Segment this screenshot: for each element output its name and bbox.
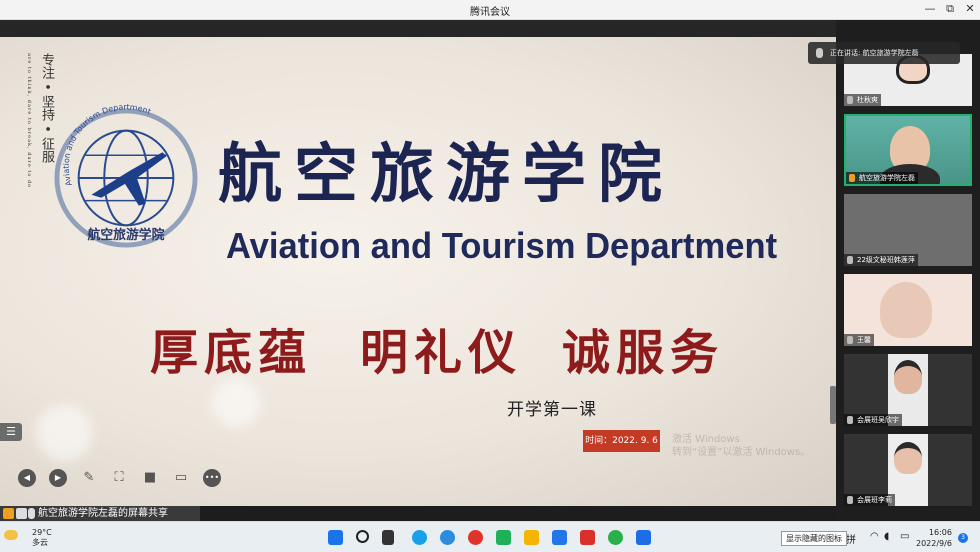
mic-icon [847,96,853,104]
mic-icon [849,174,855,182]
close-button[interactable]: ✕ [960,2,980,15]
slide-subtitle: 开学第一课 [507,400,597,420]
mic-icon [28,508,35,519]
prev-icon[interactable]: ◀ [18,469,36,487]
edge-icon[interactable] [412,530,427,545]
glare-spot [212,379,260,427]
task-view-icon[interactable] [382,530,394,545]
screen-share-status: 航空旅游学院左磊的屏幕共享 [0,506,200,521]
wps-icon[interactable] [580,530,595,545]
system-clock[interactable]: 16:06 2022/9/6 [916,527,952,549]
camera-icon[interactable]: ■ [141,469,159,487]
weather-widget[interactable]: 29°C 多云 [32,528,52,548]
screenshot-icon[interactable]: ⛶ [110,469,128,487]
share-status-text: 航空旅游学院左磊的屏幕共享 [38,508,168,519]
weather-temp: 29°C [32,528,52,537]
shared-screen: are to think, dare to break, dare to do … [0,37,836,506]
share-top-strip [0,20,836,37]
pen-icon[interactable]: ✎ [80,469,98,487]
clock-time: 16:06 [928,528,952,537]
participant-tile[interactable]: 会展班吴欣宇 [844,354,972,426]
more-icon[interactable]: ••• [203,469,221,487]
slide-motto-english: are to think, dare to break, dare to do [26,53,32,189]
slide-title-english: Aviation and Tourism Department [226,225,778,266]
ie-icon[interactable] [440,530,455,545]
battery-icon[interactable]: ▭ [900,531,909,542]
logo-chinese-text: 航空旅游学院 [88,227,165,243]
notification-badge[interactable]: 3 [958,533,968,543]
search-icon[interactable] [356,530,369,543]
participant-name: 会展班吴欣宇 [844,414,902,426]
slide-title-chinese: 航空旅游学院 [218,137,674,212]
window-title: 腾讯会议 [470,7,510,18]
tencent-meeting-icon[interactable] [636,530,651,545]
participant-tile[interactable]: 22级文秘班韩莲萍 [844,194,972,266]
weather-desc: 多云 [32,538,48,547]
clock-date: 2022/9/6 [916,539,952,548]
slide-motto-red-2: 明礼仪 [360,325,523,381]
volume-icon[interactable]: ◖ [884,531,889,542]
participant-name: 航空旅游学院左磊 [846,172,918,184]
play-icon[interactable]: ▶ [49,469,67,487]
avatar [880,282,932,338]
participant-name: 会展班李莉 [844,494,895,506]
wifi-icon[interactable]: ◠ [870,531,879,542]
mic-icon [847,336,853,344]
user-icon [3,508,14,519]
weather-icon [4,530,18,540]
participant-tile-active[interactable]: 航空旅游学院左磊 [844,114,972,186]
window-titlebar: 腾讯会议 — ⧉ ✕ [0,0,980,20]
chat-icon[interactable]: ▭ [172,469,190,487]
slide-motto-red-1: 厚底蕴 [150,325,313,381]
speaking-indicator: 正在讲话: 航空旅游学院左磊 [808,42,960,64]
avatar [894,360,922,394]
screen-share-icon [16,508,27,519]
watermark-line-2: 转到“设置”以激活 Windows。 [672,447,811,458]
meeting-app-icon[interactable] [552,530,567,545]
list-toggle-button[interactable]: ☰ [0,423,22,441]
participant-tile[interactable]: 会展班李莉 [844,434,972,506]
mic-icon [847,416,853,424]
slide-motto-red-3: 诚服务 [562,325,725,381]
speaking-label: 正在讲话: 航空旅游学院左磊 [830,49,919,57]
mic-icon [847,256,853,264]
department-logo: Aviation and Tourism Department 航空旅游学院 [54,102,198,248]
avatar [894,442,922,474]
slide-date-badge: 时间：2022. 9. 6 [583,430,660,452]
wechat-work-icon[interactable] [496,530,511,545]
mic-icon [816,48,823,58]
ime-indicator[interactable]: 拼 [846,531,856,546]
participant-name: 杜秋爽 [844,94,881,106]
start-icon[interactable] [328,530,343,545]
minimize-button[interactable]: — [920,2,940,15]
mic-icon [847,496,853,504]
watermark-line-1: 激活 Windows [672,434,740,445]
file-explorer-icon[interactable] [524,530,539,545]
activation-watermark: 激活 Windows 转到“设置”以激活 Windows。 [672,433,810,459]
music-icon[interactable] [468,530,483,545]
participant-name: 22级文秘班韩莲萍 [844,254,918,266]
participant-tile[interactable]: 王馨 [844,274,972,346]
participant-panel: 杜秋爽 航空旅游学院左磊 22级文秘班韩莲萍 王馨 会展班吴欣宇 会展班李莉 [836,20,980,520]
glare-spot [36,405,92,461]
participant-name: 王馨 [844,334,874,346]
maximize-button[interactable]: ⧉ [940,2,960,16]
wechat-icon[interactable] [608,530,623,545]
tray-tooltip: 显示隐藏的图标 [781,531,847,546]
